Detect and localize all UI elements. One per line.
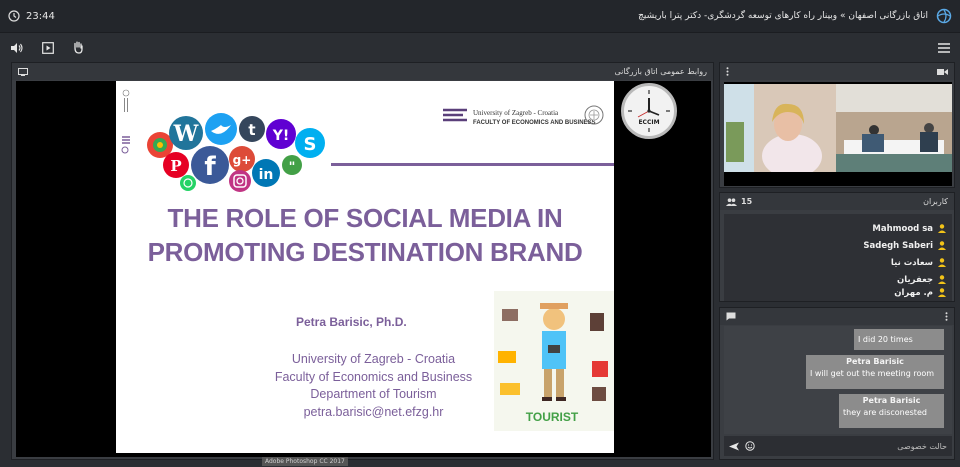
- affiliation-line: Department of Tourism: [310, 387, 437, 401]
- play-media-icon[interactable]: [42, 41, 54, 54]
- chat-header: [720, 308, 954, 325]
- svg-text:in: in: [259, 167, 274, 183]
- user-icon: [938, 275, 946, 284]
- user-name: جعفریان: [897, 274, 933, 285]
- presentation-stage: W t Y! S P f g+ in " University of Zagre…: [16, 81, 711, 457]
- social-media-icons-cluster: W t Y! S P f g+ in ": [147, 113, 325, 192]
- user-icon: [938, 224, 946, 233]
- slide-author: Petra Barisic, Ph.D.: [296, 315, 407, 329]
- university-header: University of Zagreb - Croatia FACULTY O…: [473, 108, 596, 128]
- raise-hand-icon[interactable]: [72, 41, 84, 54]
- list-item[interactable]: م. مهران: [724, 288, 952, 298]
- affiliation-email: petra.barisic@net.efzg.hr: [303, 404, 444, 419]
- message-sender: Petra Barisic: [862, 396, 921, 405]
- session-time: 23:44: [26, 10, 55, 22]
- message-text: they are disconested: [843, 408, 927, 417]
- slide-title: THE ROLE OF SOCIAL MEDIA IN PROMOTING DE…: [116, 201, 614, 269]
- user-name: Mahmood sa: [872, 223, 933, 234]
- users-header: 15 کاربران: [720, 193, 954, 210]
- photoshop-watermark: Adobe Photoshop CC 2017: [262, 457, 348, 466]
- user-name: م. مهران: [894, 288, 933, 298]
- svg-text:Y!: Y!: [272, 128, 290, 144]
- affiliation-line: Faculty of Economics and Business: [274, 369, 473, 384]
- emoji-icon[interactable]: [745, 441, 755, 451]
- users-pane: 15 کاربران Mahmood sa Sadegh Saberi سعاد…: [719, 192, 955, 302]
- slide-title-line-2: PROMOTING DESTINATION BRAND: [147, 237, 583, 267]
- users-count: 15: [741, 197, 753, 206]
- affiliation-line: University of Zagreb - Croatia: [291, 352, 456, 366]
- chat-icon: [726, 312, 736, 321]
- list-item[interactable]: Sadegh Saberi: [724, 237, 952, 254]
- speaker-icon[interactable]: [10, 42, 24, 54]
- users-icon: [726, 197, 737, 206]
- svg-text:W: W: [173, 121, 199, 147]
- tourist-label: TOURIST: [526, 410, 579, 424]
- svg-text:P: P: [170, 157, 181, 175]
- slide-title-line-1: THE ROLE OF SOCIAL MEDIA IN: [167, 203, 563, 233]
- presentation-header: روابط عمومی اتاق بازرگانی: [12, 63, 713, 80]
- svg-text:S: S: [304, 134, 317, 155]
- user-icon: [938, 258, 946, 267]
- chat-message: Petra Barisic they are disconested: [839, 394, 944, 428]
- faculty-logo-icon: [443, 108, 467, 122]
- users-title: کاربران: [923, 197, 948, 206]
- eccim-clock: ECCIM: [621, 83, 677, 139]
- svg-text:t: t: [248, 121, 255, 139]
- user-icon: [938, 288, 946, 297]
- chat-pane: I did 20 times Petra Barisic I will get …: [719, 307, 955, 460]
- session-timer: 23:44: [8, 10, 55, 22]
- screen-icon: [18, 67, 28, 76]
- webcam-header: [720, 63, 954, 80]
- webcam-video: [724, 82, 952, 186]
- user-list: Mahmood sa Sadegh Saberi سعادت نیا جعفری…: [724, 214, 952, 301]
- top-bar: 23:44 اتاق بازرگانی اصفهان » وبینار راه …: [0, 0, 960, 33]
- clock-icon: [8, 10, 20, 22]
- chat-messages: I did 20 times Petra Barisic I will get …: [724, 326, 952, 434]
- user-icon: [938, 241, 946, 250]
- chat-message: I did 20 times: [854, 329, 944, 350]
- webcam-pane: [719, 62, 955, 188]
- svg-text:": ": [289, 160, 296, 175]
- hamburger-menu-icon[interactable]: [938, 42, 950, 53]
- list-item: [724, 214, 952, 220]
- message-text: I did 20 times: [858, 335, 913, 344]
- message-sender: Petra Barisic: [846, 357, 904, 366]
- chat-message: Petra Barisic I will get out the meeting…: [806, 355, 944, 389]
- svg-text:f: f: [204, 152, 216, 182]
- user-name: سعادت نیا: [890, 257, 933, 268]
- camera-icon: [937, 68, 948, 76]
- university-seal-icon: [584, 105, 604, 125]
- more-options-icon[interactable]: [726, 67, 729, 76]
- more-options-icon[interactable]: [945, 312, 948, 321]
- slide: W t Y! S P f g+ in " University of Zagre…: [116, 81, 614, 453]
- list-item[interactable]: Mahmood sa: [724, 220, 952, 237]
- user-name: Sadegh Saberi: [863, 240, 933, 251]
- university-name: University of Zagreb - Croatia: [473, 109, 559, 117]
- presentation-pane: روابط عمومی اتاق بازرگانی W t Y! S P f g…: [11, 62, 714, 460]
- svg-text:g+: g+: [233, 153, 252, 167]
- message-text: I will get out the meeting room: [810, 369, 935, 378]
- list-item[interactable]: جعفریان: [724, 271, 952, 288]
- slide-divider: [331, 163, 614, 166]
- send-icon[interactable]: [729, 442, 739, 451]
- private-mode-label[interactable]: حالت خصوصی: [897, 442, 947, 451]
- room-title: اتاق بازرگانی اصفهان » وبینار راه کارهای…: [638, 11, 928, 21]
- presentation-title: روابط عمومی اتاق بازرگانی: [614, 67, 707, 76]
- app-logo-icon: [936, 8, 952, 24]
- list-item[interactable]: سعادت نیا: [724, 254, 952, 271]
- slide-affiliation: University of Zagreb - Croatia Faculty o…: [266, 351, 481, 421]
- faculty-name: FACULTY OF ECONOMICS AND BUSINESS: [473, 120, 596, 126]
- faculty-vertical-logo: [121, 89, 130, 154]
- chat-input-bar[interactable]: حالت خصوصی: [724, 436, 952, 456]
- toolbar: [0, 34, 960, 61]
- tourist-illustration: TOURIST: [494, 291, 614, 431]
- clock-label: ECCIM: [638, 119, 659, 126]
